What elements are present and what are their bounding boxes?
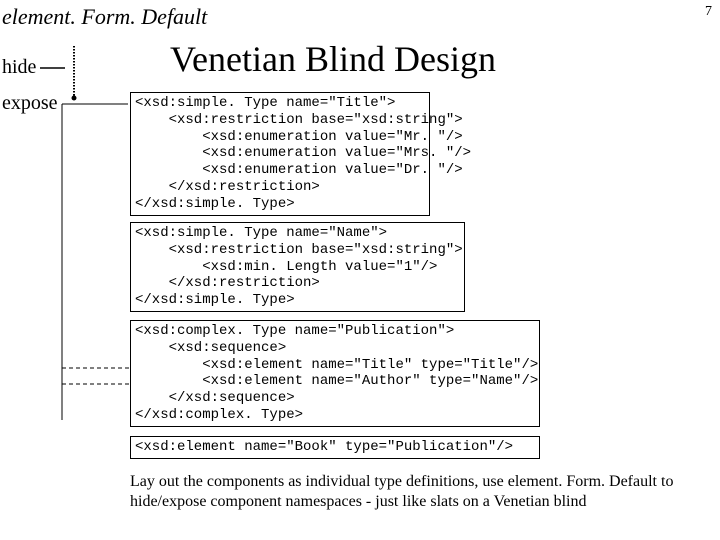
code-box-title-type: <xsd:simple. Type name="Title"> <xsd:res… — [130, 92, 430, 216]
hide-label: hide — [2, 56, 36, 79]
code-box-name-type: <xsd:simple. Type name="Name"> <xsd:rest… — [130, 222, 465, 312]
expose-label: expose — [2, 92, 58, 115]
page-number: 7 — [705, 4, 712, 20]
code-box-book-element: <xsd:element name="Book" type="Publicati… — [130, 436, 540, 459]
page-title: Venetian Blind Design — [170, 38, 496, 80]
code-box-publication-type: <xsd:complex. Type name="Publication"> <… — [130, 320, 540, 427]
slide-caption: Lay out the components as individual typ… — [130, 472, 690, 512]
header-label: element. Form. Default — [2, 4, 207, 30]
